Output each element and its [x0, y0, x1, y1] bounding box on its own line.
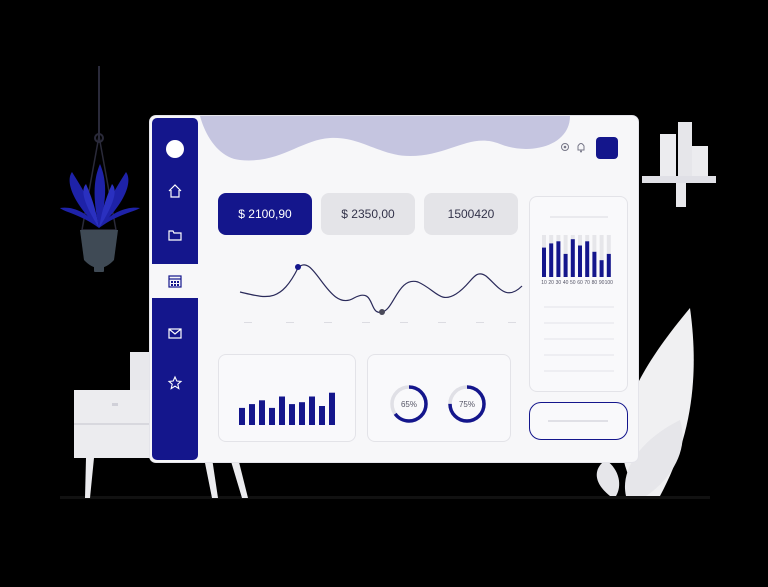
stat-card-1[interactable]: $ 2100,90: [218, 193, 312, 235]
sidebar: [152, 118, 198, 460]
wave-line: [239, 264, 523, 313]
wave-chart: [239, 264, 523, 323]
side-bar-tick-label: 50: [570, 280, 576, 286]
mini-bar: [319, 406, 325, 425]
bar-chart-card: [218, 354, 356, 442]
mini-bar: [249, 404, 255, 425]
side-stats-card: 10 20 30 40 50 60 70 80 90 100: [529, 196, 628, 392]
side-bar: [578, 245, 582, 277]
wave-trough-point[interactable]: [379, 309, 385, 315]
mini-bar: [289, 404, 295, 425]
settings-icon[interactable]: [560, 142, 570, 152]
folder-icon: [168, 230, 182, 241]
sidebar-item-home[interactable]: [152, 174, 198, 208]
stat-card-3[interactable]: 1500420: [424, 193, 518, 235]
side-bar: [556, 241, 561, 277]
side-bar-tick-label: 70: [584, 280, 590, 286]
donut-card: 65% 75%: [367, 354, 511, 442]
mini-bar: [259, 400, 265, 425]
star-icon: [167, 375, 183, 390]
mini-bar: [299, 402, 305, 425]
mini-bar: [279, 396, 285, 425]
sidebar-item-star[interactable]: [152, 366, 198, 400]
floor-line: [60, 496, 710, 499]
calendar-icon: [168, 275, 182, 288]
donut-label-1: 65%: [400, 400, 417, 409]
side-bar-tick-label: 60: [577, 280, 583, 286]
side-bar: [549, 243, 554, 277]
stat-value-1: $ 2100,90: [238, 207, 292, 221]
mini-bar: [329, 392, 335, 425]
wave-peak-point[interactable]: [295, 264, 301, 270]
side-bar-tick-label: 10: [541, 280, 547, 286]
side-bar-tick-label: 20: [548, 280, 554, 286]
side-bar-tick-label: 30: [556, 280, 562, 286]
side-bar-tick-label: 100: [605, 280, 614, 286]
side-bar-chart: 10 20 30 40 50 60 70 80 90 100: [541, 216, 614, 372]
sidebar-item-calendar[interactable]: [152, 264, 198, 298]
profile-button[interactable]: [596, 137, 618, 159]
action-button-line: [548, 420, 608, 422]
bell-icon[interactable]: [576, 141, 586, 153]
home-icon: [168, 184, 182, 198]
side-bar: [585, 241, 590, 277]
mini-bar: [309, 396, 315, 425]
dashboard-window: $ 2100,90 $ 2350,00 1500420 65% 75% 10 2…: [150, 116, 638, 462]
donut-label-2: 75%: [458, 400, 475, 409]
side-bar-tick-label: 80: [592, 280, 598, 286]
stat-value-2: $ 2350,00: [341, 207, 395, 221]
mini-bar: [269, 407, 275, 425]
side-bar: [570, 239, 575, 277]
mini-bar-chart: [239, 392, 335, 425]
wall-shelf: [642, 122, 716, 207]
avatar[interactable]: [166, 140, 184, 158]
side-bar: [542, 247, 546, 277]
mini-bar: [239, 407, 245, 425]
action-button[interactable]: [529, 402, 628, 440]
hanging-plant: [60, 66, 140, 272]
side-bar: [592, 251, 597, 277]
side-bar: [606, 253, 611, 277]
sidebar-item-mail[interactable]: [152, 316, 198, 350]
mail-icon: [168, 328, 182, 339]
side-bar: [563, 253, 568, 277]
stat-value-3: 1500420: [447, 207, 495, 221]
sidebar-item-folder[interactable]: [152, 218, 198, 252]
stat-card-2[interactable]: $ 2350,00: [321, 193, 415, 235]
side-bar: [599, 260, 604, 277]
side-bar-tick-label: 40: [563, 280, 569, 286]
